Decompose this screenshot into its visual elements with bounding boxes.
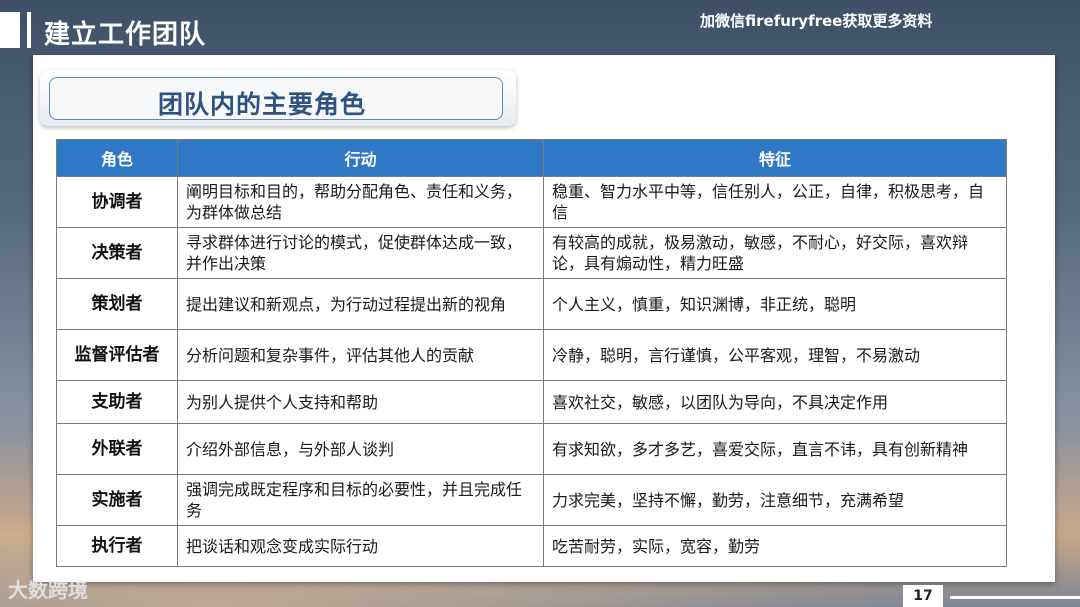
action-cell: 强调完成既定程序和目标的必要性，并且完成任务: [177, 474, 544, 526]
role-cell: 决策者: [56, 227, 178, 279]
action-cell: 把谈话和观念变成实际行动: [177, 525, 544, 567]
table-row: 支助者 为别人提供个人支持和帮助 喜欢社交，敏感，以团队为导向，不具决定作用: [56, 380, 1007, 424]
table-row: 监督评估者 分析问题和复杂事件，评估其他人的贡献 冷静，聪明，言行谨慎，公平客观…: [56, 329, 1007, 381]
table-row: 外联者 介绍外部信息，与外部人谈判 有求知欲，多才多艺，喜爱交际，直言不讳，具有…: [56, 423, 1007, 475]
table-row: 执行者 把谈话和观念变成实际行动 吃苦耐劳，实际，宽容，勤劳: [56, 525, 1007, 567]
page-number-rule: [950, 596, 1080, 599]
action-cell: 介绍外部信息，与外部人谈判: [177, 423, 544, 475]
watermark-text: 加微信firefuryfree获取更多资料: [700, 12, 933, 30]
header-traits: 特征: [543, 139, 1007, 177]
traits-cell: 稳重、智力水平中等，信任别人，公正，自律，积极思考，自信: [543, 176, 1007, 228]
header-action: 行动: [177, 139, 544, 177]
page-number: 17: [903, 585, 943, 607]
traits-cell: 个人主义，慎重，知识渊博，非正统，聪明: [543, 278, 1007, 330]
roles-table: 角色 行动 特征 协调者 阐明目标和目的，帮助分配角色、责任和义务，为群体做总结…: [56, 139, 1007, 567]
action-cell: 阐明目标和目的，帮助分配角色、责任和义务，为群体做总结: [177, 176, 544, 228]
role-cell: 外联者: [56, 423, 178, 475]
role-cell: 实施者: [56, 474, 178, 526]
traits-cell: 吃苦耐劳，实际，宽容，勤劳: [543, 525, 1007, 567]
traits-cell: 力求完美，坚持不懈，勤劳，注意细节，充满希望: [543, 474, 1007, 526]
traits-cell: 喜欢社交，敏感，以团队为导向，不具决定作用: [543, 380, 1007, 424]
header-role: 角色: [56, 139, 178, 177]
traits-cell: 有较高的成就，极易激动，敏感，不耐心，好交际，喜欢辩论，具有煽动性，精力旺盛: [543, 227, 1007, 279]
role-cell: 监督评估者: [56, 329, 178, 381]
section-subtitle: 团队内的主要角色: [158, 90, 367, 119]
table-row: 策划者 提出建议和新观点，为行动过程提出新的视角 个人主义，慎重，知识渊博，非正…: [56, 278, 1007, 330]
role-cell: 策划者: [56, 278, 178, 330]
table-row: 实施者 强调完成既定程序和目标的必要性，并且完成任务 力求完美，坚持不懈，勤劳，…: [56, 474, 1007, 526]
title-accent-line: [27, 12, 31, 48]
title-accent-bar: [0, 12, 20, 48]
action-cell: 为别人提供个人支持和帮助: [177, 380, 544, 424]
table-header-row: 角色 行动 特征: [56, 139, 1007, 177]
table-row: 决策者 寻求群体进行讨论的模式，促使群体达成一致，并作出决策 有较高的成就，极易…: [56, 227, 1007, 279]
role-cell: 协调者: [56, 176, 178, 228]
action-cell: 寻求群体进行讨论的模式，促使群体达成一致，并作出决策: [177, 227, 544, 279]
traits-cell: 有求知欲，多才多艺，喜爱交际，直言不讳，具有创新精神: [543, 423, 1007, 475]
footer-logo: 大数跨境: [8, 578, 88, 602]
action-cell: 提出建议和新观点，为行动过程提出新的视角: [177, 278, 544, 330]
table-row: 协调者 阐明目标和目的，帮助分配角色、责任和义务，为群体做总结 稳重、智力水平中…: [56, 176, 1007, 228]
role-cell: 执行者: [56, 525, 178, 567]
slide-title: 建立工作团队: [44, 20, 207, 50]
action-cell: 分析问题和复杂事件，评估其他人的贡献: [177, 329, 544, 381]
traits-cell: 冷静，聪明，言行谨慎，公平客观，理智，不易激动: [543, 329, 1007, 381]
role-cell: 支助者: [56, 380, 178, 424]
